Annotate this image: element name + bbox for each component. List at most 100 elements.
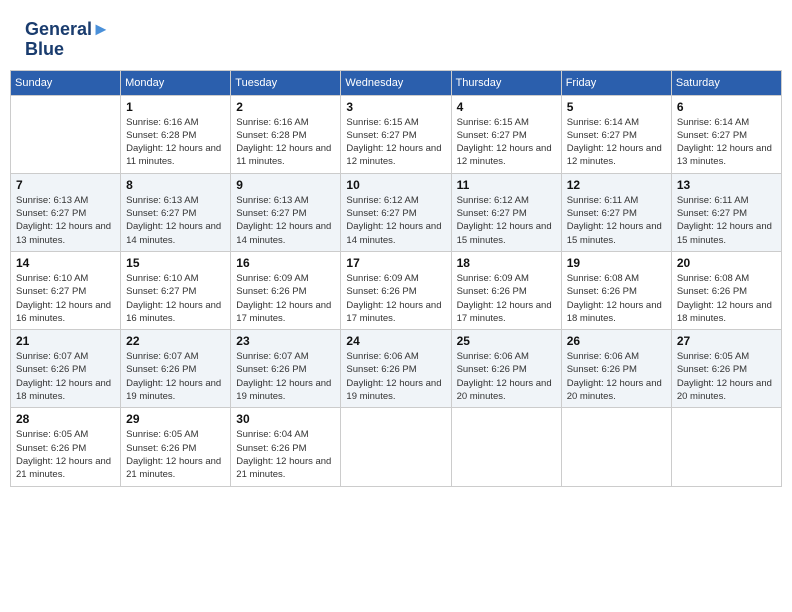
- day-number: 10: [346, 178, 445, 192]
- cell-info: Sunrise: 6:05 AM Sunset: 6:26 PM Dayligh…: [677, 350, 776, 403]
- day-number: 11: [457, 178, 556, 192]
- cell-info: Sunrise: 6:13 AM Sunset: 6:27 PM Dayligh…: [16, 194, 115, 247]
- calendar-cell: 9 Sunrise: 6:13 AM Sunset: 6:27 PM Daylig…: [231, 173, 341, 251]
- calendar-cell: 13 Sunrise: 6:11 AM Sunset: 6:27 PM Dayli…: [671, 173, 781, 251]
- calendar-cell: 1 Sunrise: 6:16 AM Sunset: 6:28 PM Daylig…: [121, 95, 231, 173]
- day-number: 19: [567, 256, 666, 270]
- cell-info: Sunrise: 6:09 AM Sunset: 6:26 PM Dayligh…: [457, 272, 556, 325]
- calendar-cell: 22 Sunrise: 6:07 AM Sunset: 6:26 PM Dayli…: [121, 330, 231, 408]
- day-number: 14: [16, 256, 115, 270]
- calendar-cell: 6 Sunrise: 6:14 AM Sunset: 6:27 PM Daylig…: [671, 95, 781, 173]
- calendar-cell: 28 Sunrise: 6:05 AM Sunset: 6:26 PM Dayli…: [11, 408, 121, 486]
- calendar-header-row: SundayMondayTuesdayWednesdayThursdayFrid…: [11, 70, 782, 95]
- calendar-week-row: 14Sunrise: 6:10 AM Sunset: 6:27 PM Dayli…: [11, 251, 782, 329]
- day-number: 5: [567, 100, 666, 114]
- calendar-cell: 11 Sunrise: 6:12 AM Sunset: 6:27 PM Dayli…: [451, 173, 561, 251]
- calendar-cell: 24 Sunrise: 6:06 AM Sunset: 6:26 PM Dayli…: [341, 330, 451, 408]
- calendar-cell: 5 Sunrise: 6:14 AM Sunset: 6:27 PM Daylig…: [561, 95, 671, 173]
- cell-info: Sunrise: 6:14 AM Sunset: 6:27 PM Dayligh…: [567, 116, 666, 169]
- calendar-day-header: Sunday: [11, 70, 121, 95]
- day-number: 25: [457, 334, 556, 348]
- calendar-cell: 3 Sunrise: 6:15 AM Sunset: 6:27 PM Daylig…: [341, 95, 451, 173]
- cell-info: Sunrise: 6:07 AM Sunset: 6:26 PM Dayligh…: [16, 350, 115, 403]
- calendar-cell: 23 Sunrise: 6:07 AM Sunset: 6:26 PM Dayli…: [231, 330, 341, 408]
- cell-info: Sunrise: 6:11 AM Sunset: 6:27 PM Dayligh…: [567, 194, 666, 247]
- calendar-cell: 19 Sunrise: 6:08 AM Sunset: 6:26 PM Dayli…: [561, 251, 671, 329]
- calendar-cell: [11, 95, 121, 173]
- cell-info: Sunrise: 6:08 AM Sunset: 6:26 PM Dayligh…: [677, 272, 776, 325]
- calendar-day-header: Monday: [121, 70, 231, 95]
- calendar-cell: 15Sunrise: 6:10 AM Sunset: 6:27 PM Dayli…: [121, 251, 231, 329]
- cell-info: Sunrise: 6:04 AM Sunset: 6:26 PM Dayligh…: [236, 428, 335, 481]
- cell-info: Sunrise: 6:08 AM Sunset: 6:26 PM Dayligh…: [567, 272, 666, 325]
- cell-info: Sunrise: 6:05 AM Sunset: 6:26 PM Dayligh…: [16, 428, 115, 481]
- calendar-cell: 20Sunrise: 6:08 AM Sunset: 6:26 PM Dayli…: [671, 251, 781, 329]
- day-number: 4: [457, 100, 556, 114]
- day-number: 12: [567, 178, 666, 192]
- cell-info: Sunrise: 6:13 AM Sunset: 6:27 PM Dayligh…: [236, 194, 335, 247]
- calendar-cell: [561, 408, 671, 486]
- calendar-day-header: Friday: [561, 70, 671, 95]
- day-number: 2: [236, 100, 335, 114]
- day-number: 18: [457, 256, 556, 270]
- day-number: 8: [126, 178, 225, 192]
- calendar-day-header: Tuesday: [231, 70, 341, 95]
- calendar-cell: 21 Sunrise: 6:07 AM Sunset: 6:26 PM Dayli…: [11, 330, 121, 408]
- day-number: 29: [126, 412, 225, 426]
- cell-info: Sunrise: 6:16 AM Sunset: 6:28 PM Dayligh…: [236, 116, 335, 169]
- cell-info: Sunrise: 6:12 AM Sunset: 6:27 PM Dayligh…: [346, 194, 445, 247]
- cell-info: Sunrise: 6:12 AM Sunset: 6:27 PM Dayligh…: [457, 194, 556, 247]
- calendar-cell: 12 Sunrise: 6:11 AM Sunset: 6:27 PM Dayli…: [561, 173, 671, 251]
- calendar-cell: 27 Sunrise: 6:05 AM Sunset: 6:26 PM Dayli…: [671, 330, 781, 408]
- calendar-cell: 16 Sunrise: 6:09 AM Sunset: 6:26 PM Dayli…: [231, 251, 341, 329]
- day-number: 1: [126, 100, 225, 114]
- cell-info: Sunrise: 6:09 AM Sunset: 6:26 PM Dayligh…: [346, 272, 445, 325]
- logo-text: General►Blue: [25, 20, 110, 60]
- cell-info: Sunrise: 6:07 AM Sunset: 6:26 PM Dayligh…: [126, 350, 225, 403]
- day-number: 15: [126, 256, 225, 270]
- cell-info: Sunrise: 6:14 AM Sunset: 6:27 PM Dayligh…: [677, 116, 776, 169]
- day-number: 30: [236, 412, 335, 426]
- day-number: 21: [16, 334, 115, 348]
- day-number: 6: [677, 100, 776, 114]
- calendar-week-row: 21 Sunrise: 6:07 AM Sunset: 6:26 PM Dayli…: [11, 330, 782, 408]
- cell-info: Sunrise: 6:11 AM Sunset: 6:27 PM Dayligh…: [677, 194, 776, 247]
- day-number: 17: [346, 256, 445, 270]
- calendar-cell: 14Sunrise: 6:10 AM Sunset: 6:27 PM Dayli…: [11, 251, 121, 329]
- day-number: 26: [567, 334, 666, 348]
- calendar-cell: 4Sunrise: 6:15 AM Sunset: 6:27 PM Daylig…: [451, 95, 561, 173]
- cell-info: Sunrise: 6:09 AM Sunset: 6:26 PM Dayligh…: [236, 272, 335, 325]
- calendar-cell: 10 Sunrise: 6:12 AM Sunset: 6:27 PM Dayli…: [341, 173, 451, 251]
- calendar-table: SundayMondayTuesdayWednesdayThursdayFrid…: [10, 70, 782, 487]
- day-number: 28: [16, 412, 115, 426]
- day-number: 23: [236, 334, 335, 348]
- calendar-cell: 8Sunrise: 6:13 AM Sunset: 6:27 PM Daylig…: [121, 173, 231, 251]
- day-number: 16: [236, 256, 335, 270]
- calendar-cell: 17 Sunrise: 6:09 AM Sunset: 6:26 PM Dayli…: [341, 251, 451, 329]
- cell-info: Sunrise: 6:06 AM Sunset: 6:26 PM Dayligh…: [346, 350, 445, 403]
- day-number: 3: [346, 100, 445, 114]
- page-header: General►Blue: [10, 10, 782, 65]
- day-number: 13: [677, 178, 776, 192]
- day-number: 24: [346, 334, 445, 348]
- calendar-cell: 26Sunrise: 6:06 AM Sunset: 6:26 PM Dayli…: [561, 330, 671, 408]
- calendar-cell: 25 Sunrise: 6:06 AM Sunset: 6:26 PM Dayli…: [451, 330, 561, 408]
- calendar-body: 1 Sunrise: 6:16 AM Sunset: 6:28 PM Daylig…: [11, 95, 782, 486]
- calendar-cell: 29Sunrise: 6:05 AM Sunset: 6:26 PM Dayli…: [121, 408, 231, 486]
- cell-info: Sunrise: 6:07 AM Sunset: 6:26 PM Dayligh…: [236, 350, 335, 403]
- cell-info: Sunrise: 6:16 AM Sunset: 6:28 PM Dayligh…: [126, 116, 225, 169]
- calendar-cell: 18 Sunrise: 6:09 AM Sunset: 6:26 PM Dayli…: [451, 251, 561, 329]
- cell-info: Sunrise: 6:15 AM Sunset: 6:27 PM Dayligh…: [346, 116, 445, 169]
- calendar-cell: [671, 408, 781, 486]
- calendar-week-row: 1 Sunrise: 6:16 AM Sunset: 6:28 PM Daylig…: [11, 95, 782, 173]
- logo: General►Blue: [25, 20, 110, 60]
- day-number: 7: [16, 178, 115, 192]
- day-number: 27: [677, 334, 776, 348]
- day-number: 9: [236, 178, 335, 192]
- calendar-week-row: 28 Sunrise: 6:05 AM Sunset: 6:26 PM Dayli…: [11, 408, 782, 486]
- calendar-cell: 7 Sunrise: 6:13 AM Sunset: 6:27 PM Daylig…: [11, 173, 121, 251]
- day-number: 22: [126, 334, 225, 348]
- cell-info: Sunrise: 6:06 AM Sunset: 6:26 PM Dayligh…: [457, 350, 556, 403]
- calendar-day-header: Saturday: [671, 70, 781, 95]
- calendar-day-header: Thursday: [451, 70, 561, 95]
